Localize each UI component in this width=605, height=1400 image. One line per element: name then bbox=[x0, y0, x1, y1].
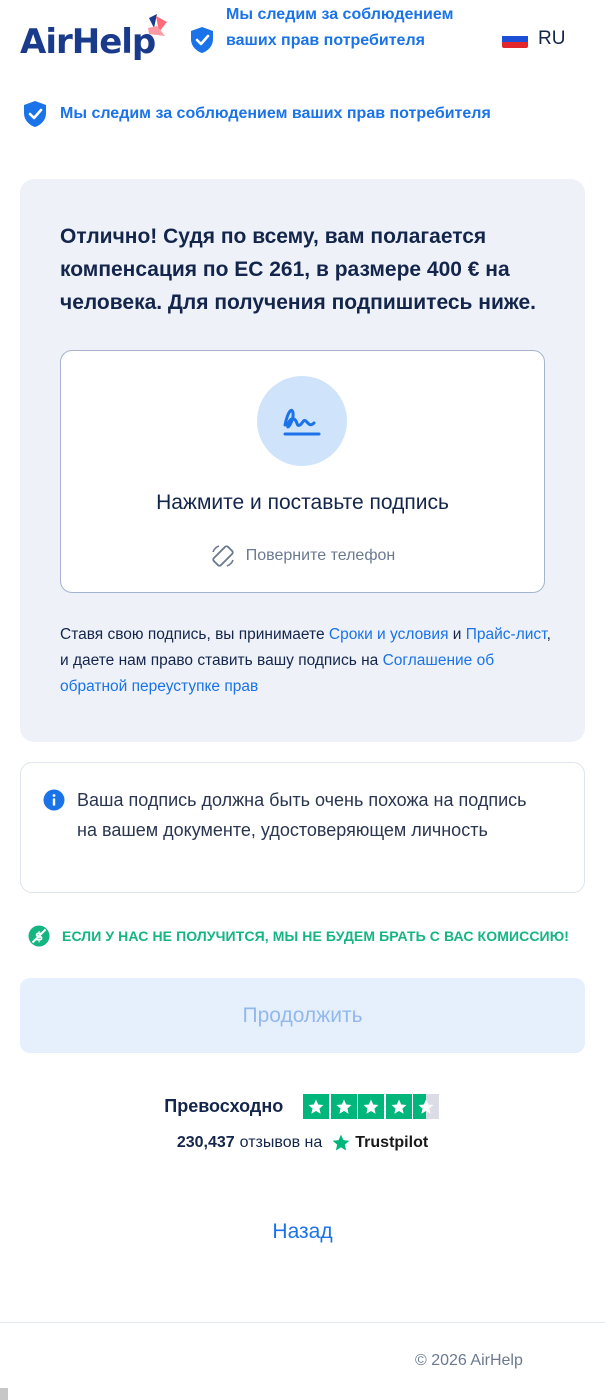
rotate-hint: Поверните телефон bbox=[61, 543, 544, 569]
rotate-hint-text: Поверните телефон bbox=[245, 547, 396, 564]
copyright-text: © 2026 AirHelp bbox=[415, 1352, 523, 1369]
signature-prompt: Нажмите и поставьте подпись bbox=[156, 491, 449, 514]
shield-check-icon bbox=[24, 101, 46, 127]
trustpilot-rating: Превосходно bbox=[0, 1094, 605, 1119]
header: AirHelp Мы следим за соблюдением ваших п… bbox=[0, 0, 605, 80]
review-count-row: 230,437 отзывов на Trustpilot bbox=[0, 1133, 605, 1153]
star-icon bbox=[303, 1094, 330, 1119]
header-trust-text: Мы следим за соблюдением ваших прав потр… bbox=[226, 6, 454, 49]
airhelp-logo[interactable]: AirHelp bbox=[20, 22, 156, 62]
star-icon bbox=[385, 1094, 412, 1119]
reviews-on-text: отзывов на bbox=[239, 1134, 323, 1151]
terms-text-part: Ставя свою подпись, вы принимаете bbox=[60, 626, 329, 643]
terms-text: Ставя свою подпись, вы принимаете Сроки … bbox=[60, 622, 560, 700]
signature-pad[interactable]: Нажмите и поставьте подпись Поверните те… bbox=[60, 350, 545, 593]
no-fee-guarantee: $ ЕСЛИ У НАС НЕ ПОЛУЧИТСЯ, МЫ НЕ БУДЕМ Б… bbox=[28, 925, 569, 947]
signature-icon bbox=[283, 408, 321, 436]
star-icon bbox=[358, 1094, 385, 1119]
compensation-title: Отлично! Судя по всему, вам полагается к… bbox=[60, 225, 537, 314]
corner-artifact bbox=[0, 1388, 8, 1400]
trust-banner-text: Мы следим за соблюдением ваших прав потр… bbox=[60, 105, 491, 122]
trustpilot-star-icon bbox=[332, 1134, 350, 1151]
star-icon bbox=[330, 1094, 357, 1119]
footer-divider bbox=[0, 1322, 605, 1323]
logo-mark-icon bbox=[148, 14, 167, 36]
no-fee-guarantee-text: ЕСЛИ У НАС НЕ ПОЛУЧИТСЯ, МЫ НЕ БУДЕМ БРА… bbox=[62, 928, 569, 944]
language-selector[interactable]: RU bbox=[502, 28, 565, 50]
trust-banner: Мы следим за соблюдением ваших прав потр… bbox=[22, 100, 491, 128]
back-link[interactable]: Назад bbox=[0, 1220, 605, 1244]
continue-button[interactable]: Продолжить bbox=[20, 978, 585, 1053]
signature-icon-circle bbox=[257, 376, 347, 466]
terms-conditions-link[interactable]: Сроки и условия bbox=[329, 626, 449, 643]
signature-info-box: Ваша подпись должна быть очень похожа на… bbox=[20, 762, 585, 893]
signature-info-text: Ваша подпись должна быть очень похожа на… bbox=[77, 790, 527, 840]
language-label: RU bbox=[538, 28, 566, 49]
rating-stars bbox=[303, 1094, 441, 1119]
no-fee-badge-icon: $ bbox=[28, 925, 50, 947]
price-list-link[interactable]: Прайс-лист bbox=[466, 626, 547, 643]
info-icon bbox=[43, 789, 65, 811]
review-count: 230,437 bbox=[176, 1134, 235, 1151]
shield-check-icon bbox=[191, 27, 213, 53]
half-star-icon bbox=[413, 1094, 440, 1119]
terms-text-part: и bbox=[448, 626, 466, 643]
russia-flag-icon bbox=[502, 30, 528, 48]
trustpilot-label: Trustpilot bbox=[355, 1134, 429, 1151]
rating-word: Превосходно bbox=[164, 1096, 284, 1116]
trustpilot-logo[interactable]: Trustpilot bbox=[331, 1133, 428, 1153]
compensation-card: Отлично! Судя по всему, вам полагается к… bbox=[20, 179, 585, 742]
rotate-phone-icon bbox=[212, 545, 234, 567]
